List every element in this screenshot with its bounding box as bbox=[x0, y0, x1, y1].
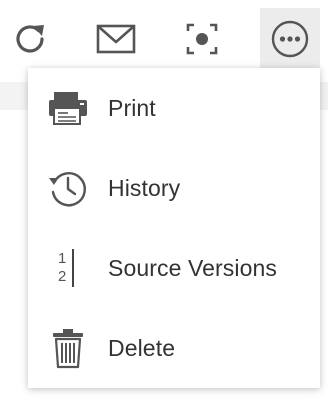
more-options-button[interactable] bbox=[260, 8, 320, 70]
version-number: 2 bbox=[58, 268, 67, 285]
version-number: 1 bbox=[58, 250, 67, 267]
history-icon bbox=[46, 166, 90, 210]
menu-item-label: Delete bbox=[108, 334, 176, 361]
menu-item-label: Print bbox=[108, 94, 156, 121]
menu-item-history[interactable]: History bbox=[28, 148, 320, 228]
focus-icon bbox=[186, 23, 218, 55]
menu-item-print[interactable]: Print bbox=[28, 68, 320, 148]
source-versions-icon: 1 2 bbox=[46, 246, 90, 290]
more-options-menu: Print History 1 2 Source Versions Delete bbox=[28, 68, 320, 388]
menu-item-label: History bbox=[108, 174, 181, 201]
refresh-icon bbox=[16, 25, 44, 53]
menu-item-delete[interactable]: Delete bbox=[28, 308, 320, 388]
print-icon bbox=[46, 86, 90, 130]
menu-item-source-versions[interactable]: 1 2 Source Versions bbox=[28, 228, 320, 308]
version-divider bbox=[72, 249, 74, 287]
menu-item-label: Source Versions bbox=[108, 254, 277, 281]
mail-icon bbox=[96, 24, 136, 54]
app-root: Print History 1 2 Source Versions Delete bbox=[0, 0, 328, 400]
refresh-button[interactable] bbox=[0, 8, 60, 70]
focus-button[interactable] bbox=[172, 8, 232, 70]
mail-button[interactable] bbox=[86, 8, 146, 70]
trash-icon bbox=[46, 326, 90, 370]
more-options-icon bbox=[271, 20, 309, 58]
